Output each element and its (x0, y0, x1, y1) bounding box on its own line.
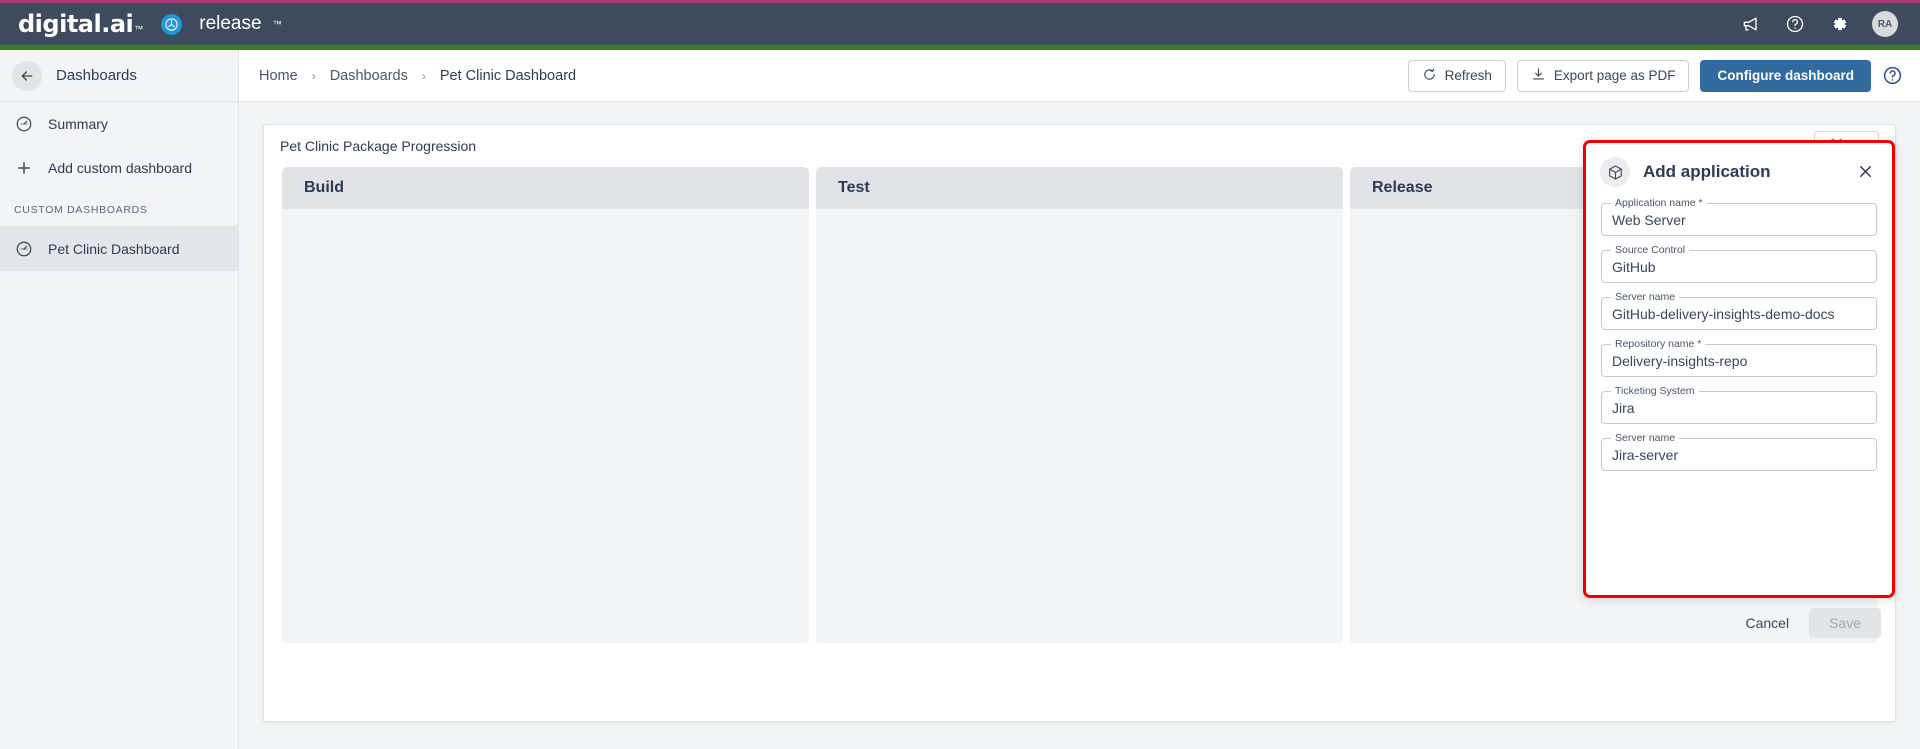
field-label: Server name (1611, 432, 1680, 444)
trademark-mark: ™ (134, 24, 144, 34)
field-value: GitHub-delivery-insights-demo-docs (1612, 305, 1835, 322)
sidebar: Dashboards Summary Add custom dashboard … (0, 50, 239, 749)
sidebar-section-header: CUSTOM DASHBOARDS (0, 190, 238, 227)
chevron-right-icon: › (421, 68, 426, 83)
refresh-icon (1422, 67, 1437, 85)
refresh-label: Refresh (1444, 68, 1492, 83)
field-ticketing-server-name[interactable]: Server name Jira-server (1601, 432, 1877, 471)
save-button: Save (1809, 608, 1881, 638)
brand[interactable]: digital.ai ™ release ™ (0, 10, 282, 38)
configure-dashboard-button[interactable]: Configure dashboard (1700, 59, 1871, 92)
stage-title: Test (838, 179, 870, 196)
stage-header: Test (816, 167, 1343, 209)
field-label: Application name * (1611, 197, 1707, 209)
add-application-modal: Add application Application name * Web S… (1583, 140, 1895, 598)
refresh-button[interactable]: Refresh (1407, 59, 1506, 92)
modal-form: Application name * Web Server Source Con… (1586, 197, 1892, 471)
breadcrumb: Home › Dashboards › Pet Clinic Dashboard (239, 68, 576, 84)
field-source-control[interactable]: Source Control GitHub (1601, 244, 1877, 283)
stage-column-build: Build (282, 167, 809, 643)
brand-name: digital.ai (18, 10, 134, 38)
stage-body (282, 209, 809, 643)
required-marker: * (1695, 197, 1703, 209)
field-value: Delivery-insights-repo (1612, 352, 1748, 369)
help-icon[interactable] (1784, 13, 1806, 35)
field-repository-name[interactable]: Repository name * Delivery-insights-repo (1601, 338, 1877, 377)
sidebar-item-pet-clinic-dashboard[interactable]: Pet Clinic Dashboard (0, 227, 238, 271)
export-pdf-button[interactable]: Export page as PDF (1516, 59, 1690, 92)
package-icon (1600, 157, 1630, 187)
gauge-icon (14, 115, 34, 133)
panel-title: Pet Clinic Package Progression (280, 138, 477, 154)
field-value: Jira (1612, 399, 1635, 416)
cancel-button[interactable]: Cancel (1733, 608, 1801, 638)
plus-icon (14, 159, 34, 177)
breadcrumb-item-dashboards[interactable]: Dashboards (330, 68, 408, 84)
avatar-initials: RA (1877, 18, 1893, 30)
field-application-name[interactable]: Application name * Web Server (1601, 197, 1877, 236)
stage-header: Build (282, 167, 809, 209)
modal-header: Add application (1586, 143, 1892, 197)
app-root: digital.ai ™ release ™ RA Dashboards Sum… (0, 0, 1920, 749)
avatar[interactable]: RA (1872, 11, 1898, 37)
product-trademark: ™ (272, 19, 282, 29)
sidebar-back-label: Dashboards (56, 67, 137, 84)
sidebar-item-add-custom-dashboard[interactable]: Add custom dashboard (0, 146, 238, 190)
gauge-icon (14, 240, 34, 258)
sidebar-back-dashboards[interactable]: Dashboards (0, 50, 238, 102)
announcement-icon[interactable] (1740, 13, 1762, 35)
field-value: Web Server (1612, 211, 1686, 228)
sidebar-item-label: Pet Clinic Dashboard (48, 241, 180, 257)
field-source-control-server-name[interactable]: Server name GitHub-delivery-insights-dem… (1601, 291, 1877, 330)
field-label: Server name (1611, 291, 1680, 303)
field-label: Ticketing System (1611, 385, 1699, 397)
modal-title: Add application (1643, 162, 1771, 181)
app-header: digital.ai ™ release ™ RA (0, 3, 1920, 45)
stage-column-test: Test (816, 167, 1343, 643)
settings-icon[interactable] (1828, 13, 1850, 35)
field-label: Source Control (1611, 244, 1690, 256)
download-icon (1531, 67, 1546, 85)
product-name: release (199, 13, 262, 34)
required-marker: * (1694, 338, 1702, 350)
sidebar-item-summary[interactable]: Summary (0, 102, 238, 146)
header-actions: RA (1740, 11, 1920, 37)
page-actions: Refresh Export page as PDF Configure das… (1407, 59, 1920, 92)
release-badge-icon (161, 13, 183, 35)
field-value: Jira-server (1612, 446, 1679, 463)
sidebar-item-label: Add custom dashboard (48, 160, 192, 176)
digitalai-logo: digital.ai ™ (18, 10, 143, 38)
help-circle-icon[interactable] (1882, 65, 1904, 87)
breadcrumb-item-current[interactable]: Pet Clinic Dashboard (440, 68, 576, 84)
stage-title: Release (1372, 179, 1433, 196)
field-ticketing-system[interactable]: Ticketing System Jira (1601, 385, 1877, 424)
back-arrow-icon (12, 60, 42, 91)
export-label: Export page as PDF (1553, 68, 1676, 83)
configure-label: Configure dashboard (1717, 68, 1854, 83)
stage-body (816, 209, 1343, 643)
breadcrumb-bar: Home › Dashboards › Pet Clinic Dashboard… (239, 50, 1920, 102)
close-icon[interactable] (1856, 162, 1876, 182)
sidebar-item-label: Summary (48, 116, 108, 132)
breadcrumb-item-home[interactable]: Home (259, 68, 298, 84)
chevron-right-icon: › (311, 68, 316, 83)
field-label: Repository name * (1611, 338, 1706, 350)
stage-title: Build (304, 179, 344, 196)
field-value: GitHub (1612, 258, 1656, 275)
modal-footer: Cancel Save (1583, 600, 1895, 638)
